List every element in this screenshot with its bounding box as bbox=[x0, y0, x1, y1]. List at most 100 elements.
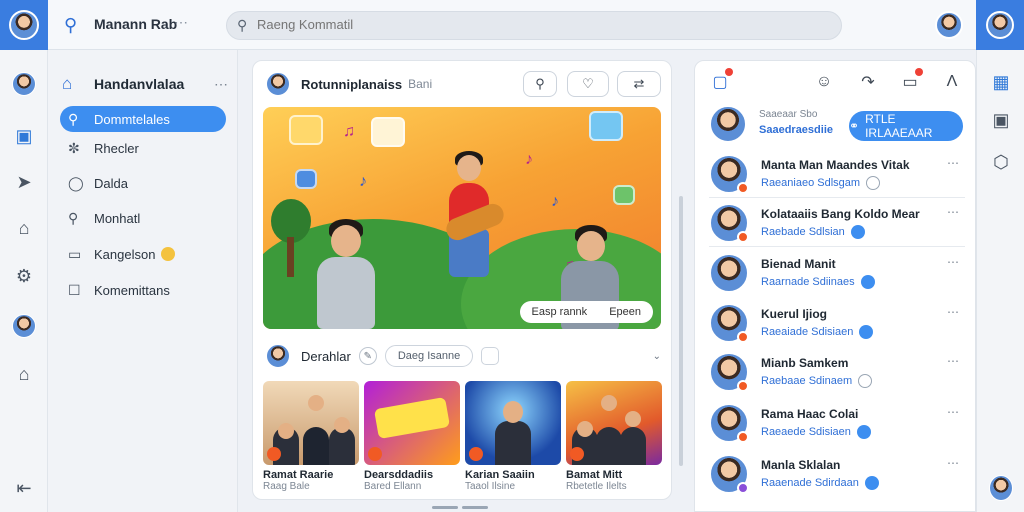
thumbnail-title: Bamat Mitt bbox=[566, 469, 623, 481]
list-item[interactable]: Kolataaiis Bang Koldo Mear Raebade Sdlsi… bbox=[709, 203, 965, 247]
check-icon bbox=[866, 176, 881, 190]
post-header: Rotunniplanaiss Bani bbox=[265, 71, 432, 97]
thumbnail-grid: Ramat Raarie Raag Bale Dearsddadiis Bare… bbox=[263, 381, 663, 492]
thumbnail-card[interactable]: Dearsddadiis Bared Ellann bbox=[364, 381, 460, 492]
checkbox-icon: ☐ bbox=[68, 281, 81, 298]
thumbnail-card[interactable]: Karian Saaiin Taaol Ilsine bbox=[465, 381, 561, 492]
image-icon[interactable]: ▣ bbox=[989, 108, 1013, 132]
avatar bbox=[709, 454, 749, 494]
message-icon[interactable]: ▭ bbox=[899, 68, 923, 93]
sidebar-item-label: Komemittans bbox=[94, 282, 170, 298]
more-icon[interactable]: ⋯ bbox=[947, 354, 959, 368]
message-icon: ▭ bbox=[68, 245, 82, 262]
list-item[interactable]: Rama Haac Colai Raeaede Sdisiaen ⋯ bbox=[709, 403, 965, 447]
avatar bbox=[709, 352, 749, 392]
link-icon: ⚭ bbox=[849, 119, 860, 133]
thumbnail-card[interactable]: Bamat Mitt Rbetetle Ilelts bbox=[566, 381, 662, 492]
right-rail: ▦ ▣ ⬡ bbox=[976, 50, 1024, 512]
home-icon[interactable]: ⌂ bbox=[62, 74, 84, 94]
person-icon[interactable]: Λ bbox=[941, 71, 963, 93]
gear-icon[interactable]: ⚙ bbox=[12, 264, 36, 288]
account-avatar-button[interactable] bbox=[976, 0, 1024, 50]
comment-pill[interactable]: Daeg Isanne bbox=[384, 345, 474, 367]
more-icon[interactable]: ⋯ bbox=[947, 305, 959, 319]
person-name: Rama Haac Colai bbox=[761, 407, 859, 421]
live-icon bbox=[570, 447, 584, 461]
post-author[interactable]: Rotunniplanaiss bbox=[301, 77, 402, 92]
emoji-button[interactable] bbox=[481, 347, 500, 365]
check-icon bbox=[858, 374, 873, 388]
commenter-avatar[interactable] bbox=[265, 343, 291, 369]
search-bar[interactable]: ⚲ bbox=[226, 11, 842, 40]
calendar-icon[interactable]: ▦ bbox=[989, 70, 1013, 94]
hero-image[interactable]: ♫ ♪ ♪ ♪ ♫ Easp rannk Epeen bbox=[263, 107, 661, 329]
sidebar-item-label: Dommtelales bbox=[94, 111, 170, 127]
rail-avatar-bottom[interactable] bbox=[989, 475, 1013, 501]
sidebar-item-komemittans[interactable]: ☐ Komemittans bbox=[60, 277, 226, 303]
commenter-name[interactable]: Derahlar bbox=[301, 349, 351, 364]
chevron-down-icon[interactable]: ⌄ bbox=[653, 351, 661, 362]
rail-avatar[interactable] bbox=[12, 72, 36, 96]
profile-avatar-button[interactable] bbox=[0, 0, 48, 50]
check-icon bbox=[850, 225, 865, 239]
person-sub: Raaenade Sdirdaan bbox=[761, 476, 879, 490]
more-icon[interactable]: ⋯ bbox=[947, 255, 959, 269]
live-icon bbox=[267, 447, 281, 461]
thumbnail-sub: Taaol Ilsine bbox=[465, 481, 516, 492]
home-icon[interactable]: ⌂ bbox=[12, 216, 36, 240]
avatar bbox=[709, 203, 749, 243]
react-button[interactable]: ♡ bbox=[567, 71, 609, 97]
list-item[interactable]: Manla Sklalan Raaenade Sdirdaan ⋯ bbox=[709, 454, 965, 498]
map-icon[interactable]: ▣ bbox=[12, 124, 36, 148]
thumbnail-sub: Rbetetle Ilelts bbox=[566, 481, 627, 492]
sidebar-item-label: Monhatl bbox=[94, 210, 141, 226]
thumbnail-card[interactable]: Ramat Raarie Raag Bale bbox=[263, 381, 359, 492]
check-icon bbox=[859, 325, 874, 339]
store-icon[interactable]: ⌂ bbox=[12, 362, 36, 386]
search-icon: ⚲ bbox=[535, 76, 545, 91]
hero-pill-2[interactable]: Epeen bbox=[609, 306, 641, 318]
user-avatar[interactable] bbox=[935, 11, 963, 39]
list-item[interactable]: Kuerul Ijiog Raeaiade Sdisiaen ⋯ bbox=[709, 303, 965, 347]
sidebar-item-monhatl[interactable]: ⚲ Monhatl bbox=[60, 205, 226, 231]
live-icon bbox=[469, 447, 483, 461]
list-item[interactable]: Manta Man Maandes Vitak Raeaniaeo Sdlsga… bbox=[709, 154, 965, 198]
edit-icon[interactable]: ✎ bbox=[358, 347, 377, 365]
list-item[interactable]: Mianb Samkem Raebaae Sdinaem ⋯ bbox=[709, 352, 965, 396]
sidebar-item-rhecler[interactable]: ✼ Rhecler bbox=[60, 135, 226, 161]
search-input[interactable] bbox=[257, 17, 817, 32]
more-icon[interactable]: ⋯ bbox=[947, 405, 959, 419]
chat-icon: ◯ bbox=[68, 174, 84, 191]
emoji-icon[interactable]: ☺ bbox=[813, 71, 835, 93]
more-icon[interactable]: ⋯ bbox=[214, 76, 228, 93]
person-name: Manta Man Maandes Vitak bbox=[761, 158, 910, 172]
search-button[interactable]: ⚲ bbox=[523, 71, 557, 97]
hero-pill-1[interactable]: Easp rannk bbox=[532, 306, 588, 318]
scrollbar[interactable] bbox=[679, 196, 683, 466]
shield-icon[interactable]: ⬡ bbox=[989, 150, 1013, 174]
person-sub: Raebaae Sdinaem bbox=[761, 374, 873, 388]
share-icon[interactable]: ↷ bbox=[857, 71, 879, 93]
list-item[interactable]: Bienad Manit Raarnade Sdiinaes ⋯ bbox=[709, 253, 965, 297]
more-icon[interactable]: ⋯ bbox=[947, 205, 959, 219]
share-button[interactable]: ⇄ bbox=[617, 71, 661, 97]
more-icon[interactable]: ⋯ bbox=[174, 14, 188, 31]
more-icon[interactable]: ⋯ bbox=[947, 156, 959, 170]
megaphone-icon[interactable]: ➤ bbox=[12, 170, 36, 194]
sidebar-item-kangelson[interactable]: ▭ Kangelson bbox=[60, 241, 226, 267]
featured-avatar[interactable] bbox=[709, 105, 747, 143]
live-icon bbox=[737, 182, 749, 194]
check-icon bbox=[864, 476, 879, 490]
logout-icon[interactable]: ⇤ bbox=[12, 476, 36, 500]
follow-button[interactable]: ⚭ RTLE IRLAAEAAR bbox=[849, 111, 963, 141]
sidebar-item-dommtelales[interactable]: ⚲ Dommtelales bbox=[60, 106, 226, 132]
notifications-icon[interactable]: ▢ bbox=[709, 68, 733, 93]
check-icon bbox=[856, 425, 871, 439]
sidebar-item-dalda[interactable]: ◯ Dalda bbox=[60, 170, 226, 196]
more-icon[interactable]: ⋯ bbox=[947, 456, 959, 470]
share-icon: ⇄ bbox=[633, 76, 645, 91]
search-icon[interactable]: ⚲ bbox=[64, 15, 77, 36]
rail-avatar-2[interactable] bbox=[12, 314, 36, 338]
post-author-avatar[interactable] bbox=[265, 71, 291, 97]
featured-line-2[interactable]: Saaedraesdiie bbox=[759, 124, 833, 136]
